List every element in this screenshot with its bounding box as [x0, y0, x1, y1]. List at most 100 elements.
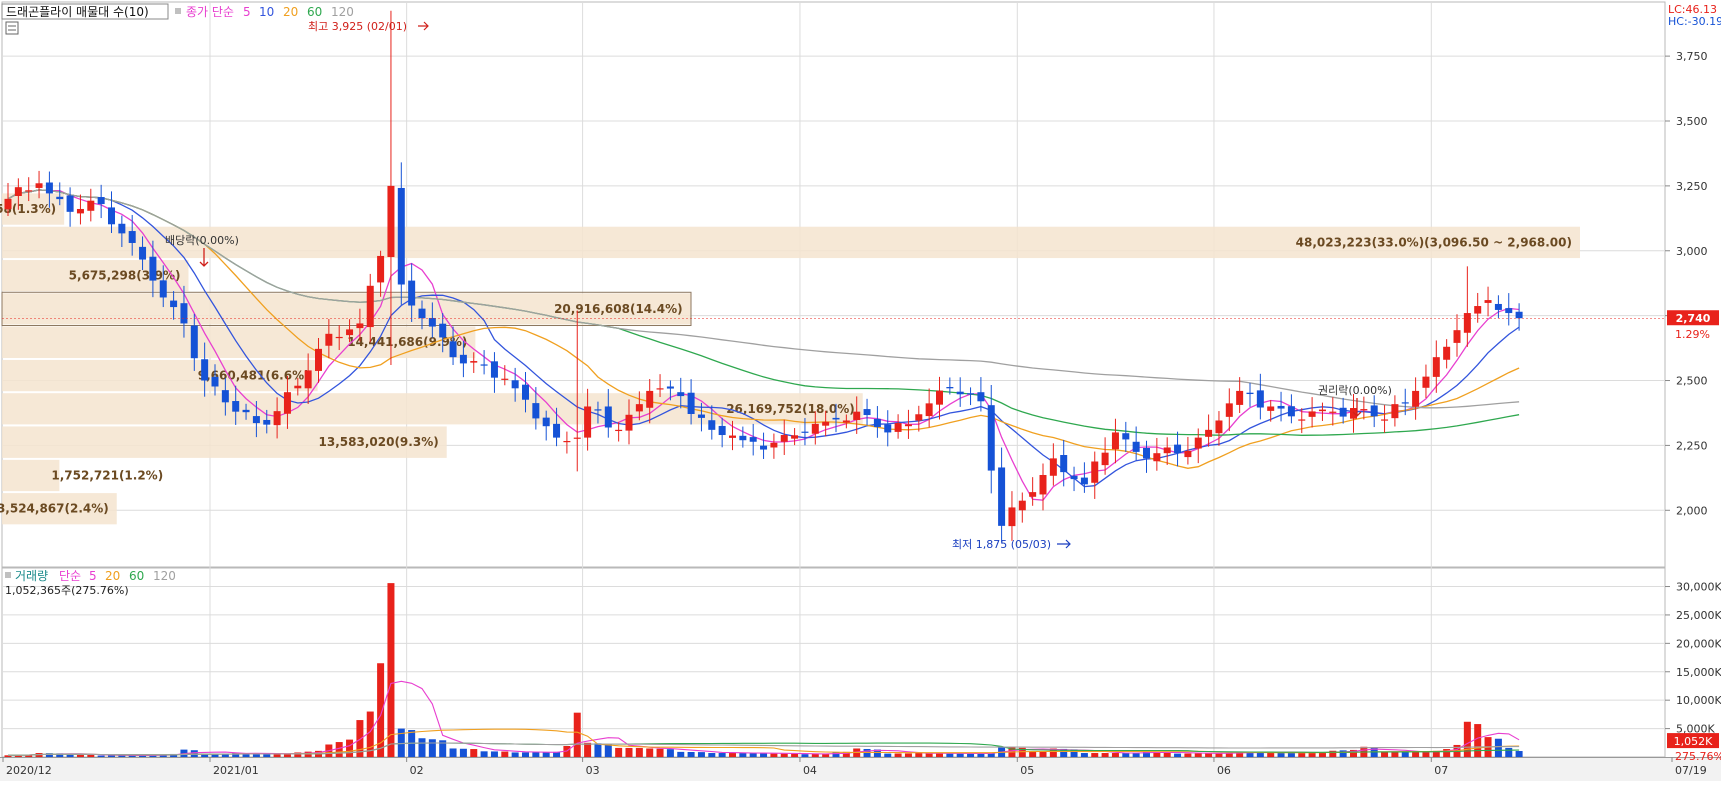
candle-body [356, 323, 364, 329]
legend-ma-period: 10 [259, 5, 274, 19]
candle-body [1443, 346, 1451, 360]
candle-body [439, 323, 447, 338]
candle-body [387, 185, 395, 257]
price-tick-label: 3,500 [1676, 115, 1708, 128]
volume-legend-ma-period: 5 [89, 569, 97, 583]
candle-body [1391, 404, 1399, 419]
volume-bar [884, 753, 892, 757]
candle-body [1370, 405, 1378, 417]
candle-body [522, 384, 529, 400]
candle-body [315, 348, 322, 371]
candle-body [1008, 507, 1016, 527]
candle-body [377, 255, 385, 283]
candle-body [811, 423, 819, 434]
candle-body [1236, 390, 1244, 405]
candle-body [397, 187, 405, 285]
ex-rights-label: 권리락(0.00%) [1318, 384, 1392, 397]
candle-body [1143, 448, 1150, 459]
candle-body [470, 361, 478, 363]
candle-body [1060, 455, 1068, 473]
candle-body [625, 414, 633, 431]
time-axis-label: 04 [803, 764, 817, 777]
volume-profile-label: 3,524,867(2.4%) [0, 502, 109, 516]
volume-bar [801, 754, 809, 757]
candle-body [1453, 330, 1461, 343]
candle-body [553, 423, 561, 438]
time-axis-label: 07 [1434, 764, 1448, 777]
current-volume-label: 1,052K [1674, 735, 1713, 748]
candle-body [739, 435, 747, 441]
volume-bar [335, 742, 343, 757]
volume-bar [967, 753, 975, 757]
chart-canvas[interactable]: 48,023,223(33.0%)(3,096.50 ~ 2,968.00)5,… [0, 0, 1721, 781]
candle-body [842, 420, 850, 423]
volume-tick-label: 10,000K [1676, 694, 1721, 707]
volume-bar [1091, 753, 1099, 757]
volume-bar [1111, 753, 1119, 757]
candle-body [936, 390, 943, 405]
candle-body [1308, 411, 1316, 417]
candle-body [832, 417, 840, 420]
candle-body [335, 336, 343, 339]
candle-body [1432, 357, 1440, 377]
volume-bar [511, 752, 519, 757]
volume-tick-label: 25,000K [1676, 609, 1721, 622]
volume-legend-square-icon [5, 572, 11, 578]
volume-bar [190, 750, 198, 757]
volume-bar [1298, 753, 1306, 757]
candle-body [904, 424, 912, 427]
candle-body [863, 409, 871, 416]
volume-bar [1391, 752, 1399, 757]
ex-dividend-label: 배당락(0.00%) [165, 234, 239, 247]
volume-bar [1474, 724, 1482, 757]
candle-body [170, 300, 178, 308]
candle-body [87, 200, 95, 211]
candle-body [1174, 444, 1182, 454]
candle-body [1463, 313, 1471, 333]
volume-bar [894, 753, 902, 757]
candle-body [749, 437, 757, 442]
price-tick-label: 2,500 [1676, 375, 1708, 388]
volume-bar [346, 739, 354, 757]
volume-bar [615, 747, 623, 757]
candle-body [263, 419, 271, 425]
candle-body [1091, 461, 1099, 483]
volume-bar [915, 753, 923, 757]
candle-body [687, 392, 695, 415]
volume-bar [718, 753, 726, 757]
candle-body [304, 370, 312, 389]
volume-bar [428, 739, 436, 757]
volume-tick-label: 15,000K [1676, 666, 1721, 679]
volume-stat: 1,052,365주(275.76%) [5, 584, 129, 597]
hc-readout: HC:-30.19 [1668, 15, 1721, 28]
candle-body [987, 405, 995, 471]
candle-body [242, 409, 250, 413]
legend-price-label: 종가 단순 [186, 5, 234, 19]
candle-body [325, 333, 333, 346]
stock-chart[interactable]: 48,023,223(33.0%)(3,096.50 ~ 2,968.00) 5,… [0, 0, 1721, 781]
candle-body [501, 378, 509, 380]
candle-body [998, 467, 1006, 526]
volume-bar [656, 748, 664, 757]
candle-body [1339, 407, 1347, 417]
candle-body [1484, 300, 1492, 303]
candle-body [1070, 475, 1078, 480]
candle-body [408, 280, 416, 306]
price-tick-label: 3,250 [1676, 180, 1708, 193]
candle-body [180, 303, 188, 324]
candle-body [666, 386, 674, 389]
candle-body [594, 409, 602, 411]
candle-body [1039, 474, 1047, 495]
volume-bar [108, 755, 115, 757]
candle-body [232, 401, 240, 412]
volume-bar [1039, 751, 1047, 757]
candle-body [1329, 411, 1337, 413]
candle-body [729, 435, 736, 438]
volume-bar [677, 751, 685, 757]
candle-body [1246, 392, 1254, 395]
grid-toggle-icon[interactable] [5, 21, 19, 35]
candle-body [1474, 306, 1482, 314]
volume-legend-ma-label: 단순 [59, 569, 81, 583]
volume-bar [1515, 751, 1523, 757]
candle-body [128, 231, 136, 243]
